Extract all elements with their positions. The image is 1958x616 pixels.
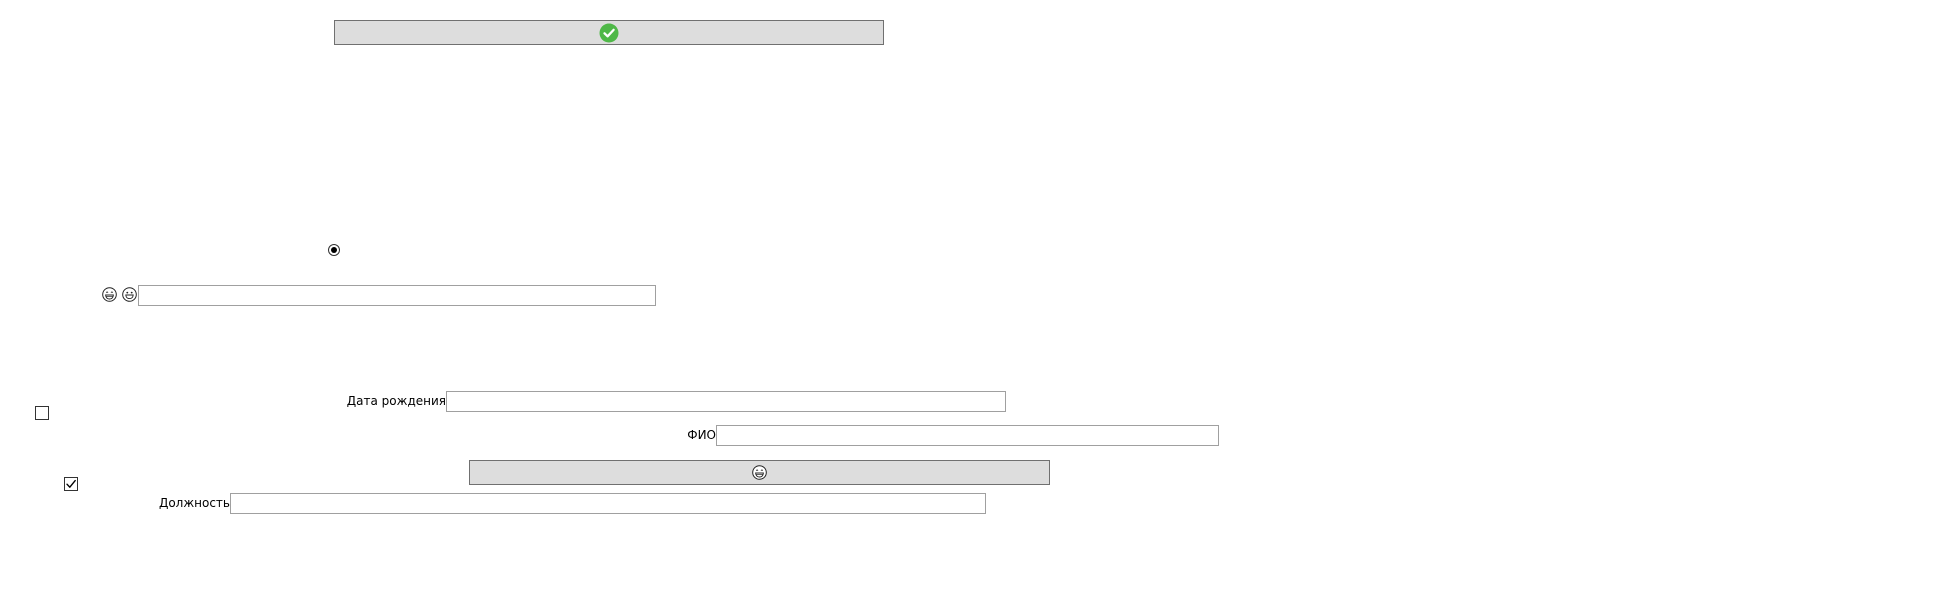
checkbox-checked[interactable] [64,477,78,491]
grinning-smiley-icon [102,287,117,302]
smiley-button[interactable] [469,460,1050,485]
full-name-label: ФИО [687,428,716,442]
emoji-row-input[interactable] [138,285,656,306]
checkmark-icon [66,479,76,488]
smiley-face-icon [122,287,137,302]
birth-date-label: Дата рождения [346,394,446,408]
birth-date-field[interactable] [446,391,1006,412]
grinning-smiley-icon [752,465,767,480]
position-label: Должность [158,496,230,510]
confirm-button[interactable] [334,20,884,45]
radio-selected-dot [331,247,337,253]
position-field[interactable] [230,493,986,514]
checkbox-unchecked[interactable] [35,406,49,420]
full-name-field[interactable] [716,425,1219,446]
radio-button[interactable] [328,244,340,256]
green-check-circle-icon [599,23,619,43]
